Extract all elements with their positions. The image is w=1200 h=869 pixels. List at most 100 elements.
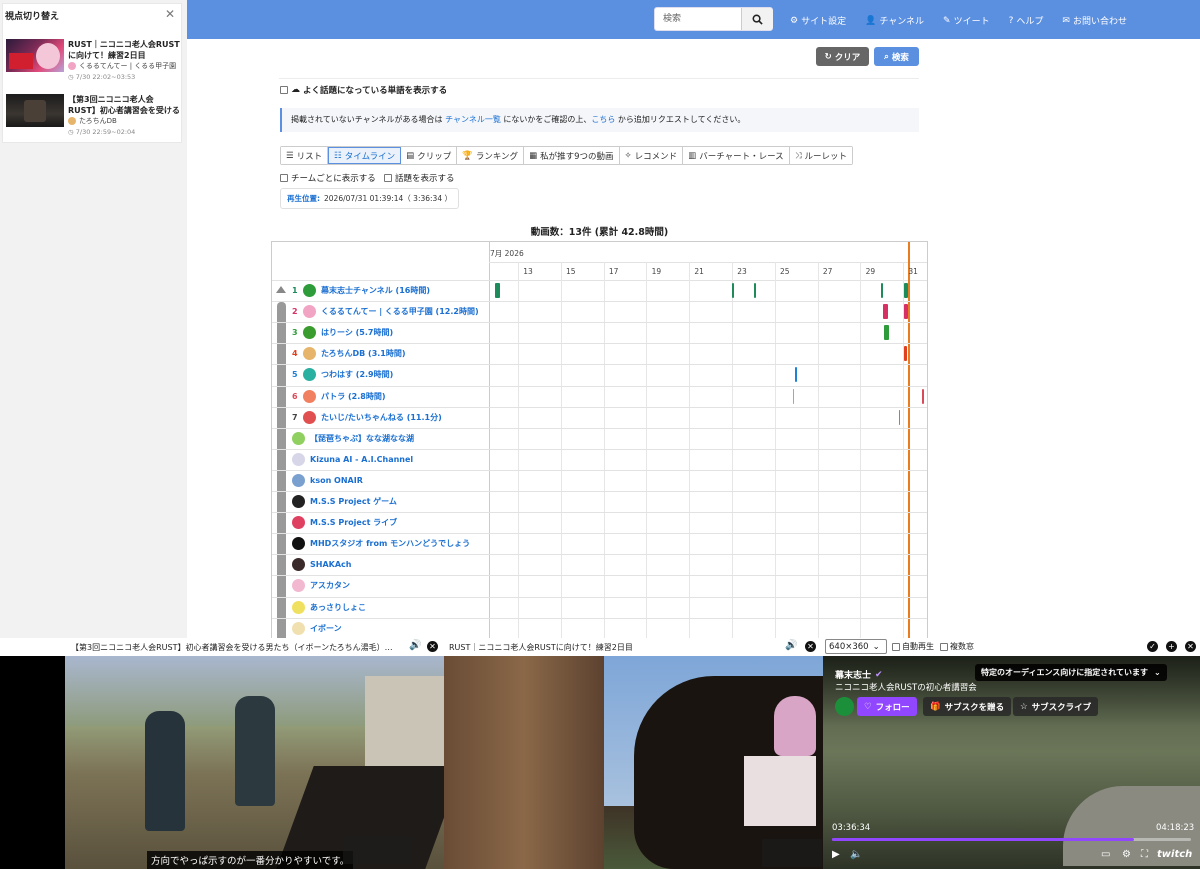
avatar[interactable] — [835, 697, 854, 716]
channel-name[interactable]: SHAKAch — [310, 560, 351, 569]
stream-bar[interactable] — [884, 325, 889, 341]
channel-name[interactable]: M.S.S Project ゲーム — [310, 496, 397, 507]
sidebar-video-item[interactable]: RUST｜ニコニコ老人会RUSTに向けて！練習2日目 くるるてんてー | くるる… — [6, 39, 182, 85]
team-option[interactable]: チームごとに表示する — [280, 172, 376, 184]
channel-name[interactable]: M.S.S Project ライブ — [310, 517, 397, 528]
channel-name[interactable]: Kizuna AI - A.I.Channel — [310, 455, 413, 464]
video-player-1[interactable]: 方向でやっぱ示すのが一番分かりやすいです。 — [65, 656, 444, 869]
channel-name[interactable]: イボーン — [310, 623, 342, 634]
twitch-channel[interactable]: 幕末志士 ✔ — [835, 668, 883, 682]
channel-name[interactable]: kson ONAIR — [310, 476, 363, 485]
audience-warning[interactable]: 特定のオーディエンス向けに指定されています ⌄ — [975, 664, 1167, 681]
stream-bar[interactable] — [793, 388, 794, 404]
video-player-2[interactable] — [444, 656, 823, 869]
follow-button[interactable]: ♡ フォロー — [857, 697, 917, 716]
autoplay-checkbox[interactable] — [892, 642, 900, 651]
speaker-icon[interactable]: 🔊 — [409, 640, 421, 651]
stream-bar[interactable] — [881, 283, 883, 299]
channel-name[interactable]: MHDスタジオ from モンハンどうでしょう — [310, 538, 470, 549]
channel-name[interactable]: 幕末志士チャンネル (16時間) — [321, 285, 430, 296]
request-link[interactable]: こちら — [591, 115, 615, 124]
stream-bar[interactable] — [754, 283, 756, 299]
stream-bar[interactable] — [904, 304, 908, 320]
close-icon[interactable]: ✕ — [805, 641, 816, 652]
tab-nine-videos[interactable]: ▦ 私が推す9つの動画 — [524, 147, 620, 164]
nav-help[interactable]: ? ヘルプ — [1009, 14, 1044, 28]
stream-bar[interactable] — [922, 388, 924, 404]
clear-button[interactable]: ↻ クリア — [816, 47, 869, 66]
topics-checkbox[interactable] — [384, 174, 392, 182]
team-checkbox[interactable] — [280, 174, 288, 182]
tab-clip[interactable]: ▤ クリップ — [401, 147, 458, 164]
search-input[interactable] — [655, 8, 741, 30]
timeline-channel-row[interactable]: アスカタン — [272, 575, 489, 596]
stream-bar[interactable] — [732, 283, 734, 299]
nav-tweet[interactable]: ✎ ツイート — [943, 14, 990, 28]
timeline-channel-row[interactable]: SHAKAch — [272, 554, 489, 575]
timeline-channel-row[interactable]: M.S.S Project ライブ — [272, 512, 489, 533]
stream-bar[interactable] — [904, 346, 907, 362]
seek-bar[interactable] — [832, 838, 1191, 841]
channel-name[interactable]: はりーシ (5.7時間) — [321, 327, 393, 338]
search-button[interactable] — [741, 8, 773, 30]
timeline-channel-row[interactable]: 7 たいじ/たいちゃんねる (11.1分) — [272, 407, 489, 428]
tab-ranking[interactable]: 🏆 ランキング — [457, 147, 525, 164]
timeline-channel-row[interactable]: イボーン — [272, 618, 489, 639]
close-icon[interactable]: ✕ — [1185, 641, 1196, 652]
subscribe-button[interactable]: ☆ サブスクライブ — [1013, 697, 1099, 716]
channel-name[interactable]: くるるてんてー | くるる甲子園 (12.2時間) — [321, 306, 479, 317]
gear-icon[interactable]: ⚙ — [1122, 849, 1131, 860]
tab-bar-race[interactable]: ▥ バーチャート・レース — [683, 147, 790, 164]
timeline-channel-row[interactable]: あっさりしょこ — [272, 597, 489, 618]
check-icon[interactable]: ✓ — [1147, 641, 1158, 652]
timeline-channel-row[interactable]: Kizuna AI - A.I.Channel — [272, 449, 489, 470]
fullscreen-icon[interactable]: ⛶ — [1141, 849, 1148, 860]
nav-channels[interactable]: 👤 チャンネル — [865, 14, 924, 28]
play-icon[interactable]: ▶ — [832, 849, 840, 860]
channel-name[interactable]: たろちんDB (3.1時間) — [321, 348, 406, 359]
multi-window-checkbox[interactable] — [940, 642, 948, 651]
trending-option[interactable]: ☁ よく話題になっている単語を表示する — [280, 84, 447, 96]
gift-sub-button[interactable]: 🎁 サブスクを贈る — [923, 697, 1012, 716]
channel-name[interactable]: パトラ (2.8時間) — [321, 391, 386, 402]
autoplay-option[interactable]: 自動再生 — [892, 641, 934, 652]
tab-list[interactable]: ☰ リスト — [281, 147, 329, 164]
volume-icon[interactable]: 🔈 — [850, 849, 862, 860]
tab-timeline[interactable]: ☷ タイムライン — [328, 147, 402, 164]
channel-list-link[interactable]: チャンネル一覧 — [445, 115, 501, 124]
timeline-channel-row[interactable]: 1 幕末志士チャンネル (16時間) — [272, 280, 489, 301]
stream-bar[interactable] — [883, 304, 888, 320]
speaker-icon[interactable]: 🔊 — [785, 640, 797, 651]
twitch-player[interactable]: 幕末志士 ✔ ニコニコ老人会RUSTの初心者講習会 ♡ フォロー 🎁 サブスクを贈る … — [823, 656, 1200, 869]
channel-name[interactable]: アスカタン — [310, 580, 350, 591]
timeline-channel-row[interactable]: 4 たろちんDB (3.1時間) — [272, 343, 489, 364]
channel-name[interactable]: つわはす (2.9時間) — [321, 369, 393, 380]
stream-bar[interactable] — [904, 283, 908, 299]
sidebar-video-item[interactable]: 【第3回ニコニコ老人会RUST】初心者講習会を受ける男たち（イ… たろちんDB … — [6, 94, 182, 140]
channel-name[interactable]: 【琵琶ちゃぷ】なな湖なな湖 — [310, 433, 414, 444]
close-icon[interactable]: ✕ — [427, 641, 438, 652]
trending-checkbox[interactable] — [280, 86, 288, 94]
stream-bar[interactable] — [795, 367, 797, 383]
topics-option[interactable]: 話題を表示する — [384, 172, 455, 184]
stream-bar[interactable] — [899, 409, 900, 425]
channel-name[interactable]: あっさりしょこ — [310, 602, 366, 613]
timeline-channel-row[interactable]: 6 パトラ (2.8時間) — [272, 386, 489, 407]
channel-name[interactable]: たいじ/たいちゃんねる (11.1分) — [321, 412, 442, 423]
timeline-channel-row[interactable]: MHDスタジオ from モンハンどうでしょう — [272, 533, 489, 554]
timeline-channel-row[interactable]: M.S.S Project ゲーム — [272, 491, 489, 512]
search-submit-button[interactable]: ⌕ 検索 — [874, 47, 919, 66]
timeline-channel-row[interactable]: 5 つわはす (2.9時間) — [272, 364, 489, 385]
timeline-channel-row[interactable]: 【琵琶ちゃぷ】なな湖なな湖 — [272, 428, 489, 449]
plus-icon[interactable]: + — [1166, 641, 1177, 652]
player-size-select[interactable]: 640×360 ⌄ — [825, 639, 887, 654]
clip-icon[interactable]: ▭ — [1101, 849, 1110, 860]
tab-roulette[interactable]: ⤨ ルーレット — [789, 147, 853, 164]
close-icon[interactable]: ✕ — [165, 7, 175, 21]
nav-contact[interactable]: ✉ お問い合わせ — [1062, 14, 1127, 28]
timeline-channel-row[interactable]: kson ONAIR — [272, 470, 489, 491]
tab-recommend[interactable]: ✧ レコメンド — [619, 147, 684, 164]
nav-site-settings[interactable]: ⚙ サイト設定 — [790, 14, 846, 28]
twitch-logo[interactable]: twitch — [1157, 849, 1192, 860]
multi-window-option[interactable]: 複数窓 — [940, 641, 974, 652]
